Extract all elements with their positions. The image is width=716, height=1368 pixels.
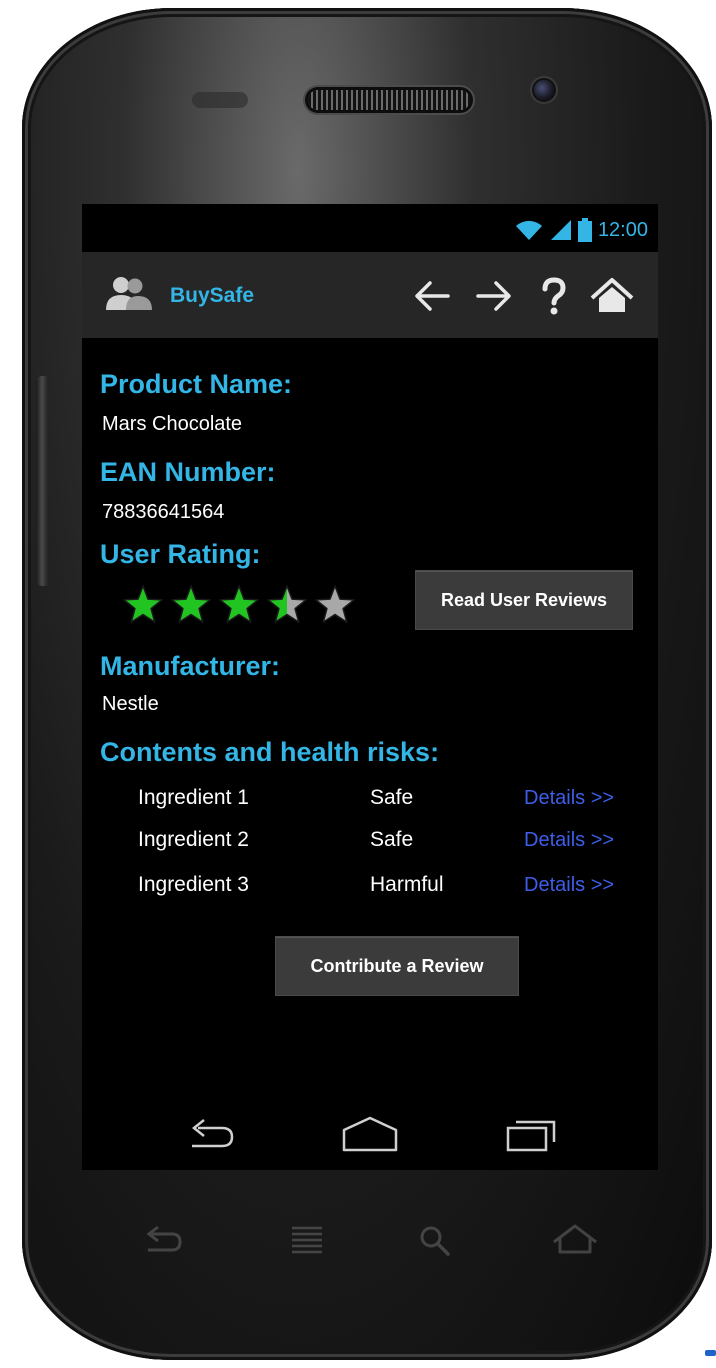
- front-camera: [534, 80, 554, 100]
- ingredient-details-link[interactable]: Details >>: [524, 871, 614, 899]
- ingredient-name: Ingredient 3: [138, 873, 249, 896]
- ingredient-row: Ingredient 3 Harmful Details >>: [82, 871, 658, 903]
- home-icon[interactable]: [338, 1114, 402, 1154]
- manufacturer-label: Manufacturer:: [100, 651, 281, 681]
- wifi-icon: [515, 220, 542, 240]
- back-icon[interactable]: [138, 1220, 188, 1260]
- home-icon[interactable]: [590, 274, 634, 318]
- rating-stars: [122, 584, 356, 626]
- ingredient-status: Safe: [370, 786, 414, 809]
- action-bar: BuySafe: [82, 252, 658, 338]
- manufacturer-value: Nestle: [102, 693, 159, 715]
- back-icon[interactable]: [178, 1114, 242, 1154]
- forward-arrow-icon[interactable]: [472, 274, 516, 318]
- ingredient-name: Ingredient 2: [138, 828, 249, 851]
- star-empty-icon: [315, 585, 355, 623]
- contents-label: Contents and health risks:: [100, 737, 440, 767]
- speaker-grille: [308, 90, 470, 110]
- star-filled-icon: [219, 585, 259, 623]
- ingredient-details-link[interactable]: Details >>: [524, 826, 614, 854]
- ean-label: EAN Number:: [100, 457, 276, 487]
- ingredient-name: Ingredient 1: [138, 786, 249, 809]
- corner-mark: [705, 1350, 716, 1356]
- back-arrow-icon[interactable]: [410, 274, 454, 318]
- help-icon[interactable]: [532, 274, 576, 318]
- star-filled-icon: [171, 585, 211, 623]
- volume-button: [36, 376, 48, 586]
- status-time: 12:00: [597, 219, 648, 241]
- status-icons: 12:00: [514, 218, 648, 242]
- signal-icon: [550, 220, 571, 240]
- product-details: Product Name: Mars Chocolate EAN Number:…: [82, 338, 658, 1098]
- home-icon[interactable]: [550, 1220, 600, 1260]
- read-reviews-button[interactable]: Read User Reviews: [415, 570, 633, 630]
- search-icon[interactable]: [410, 1220, 460, 1260]
- app-title[interactable]: BuySafe: [170, 283, 254, 309]
- ingredient-row: Ingredient 1 Safe Details >>: [82, 784, 658, 816]
- user-rating-label: User Rating:: [100, 539, 261, 569]
- star-half-icon: [267, 585, 307, 623]
- system-nav-bar: [82, 1098, 658, 1170]
- proximity-sensor: [192, 92, 248, 108]
- ean-value: 78836641564: [102, 501, 225, 523]
- ingredient-status: Safe: [370, 828, 414, 851]
- product-name-label: Product Name:: [100, 369, 293, 399]
- menu-icon[interactable]: [282, 1220, 332, 1260]
- battery-icon: [577, 218, 592, 242]
- screen: 12:00 BuySafe Product Name: Mars Chocola…: [82, 204, 658, 1170]
- ingredient-status: Harmful: [370, 873, 444, 896]
- star-filled-icon: [123, 585, 163, 623]
- product-name-value: Mars Chocolate: [102, 413, 243, 435]
- recent-apps-icon[interactable]: [500, 1114, 564, 1154]
- ingredient-details-link[interactable]: Details >>: [524, 784, 614, 812]
- contribute-review-button[interactable]: Contribute a Review: [275, 936, 519, 996]
- status-bar: 12:00: [82, 204, 658, 252]
- ingredient-row: Ingredient 2 Safe Details >>: [82, 826, 658, 858]
- users-icon[interactable]: [104, 274, 154, 314]
